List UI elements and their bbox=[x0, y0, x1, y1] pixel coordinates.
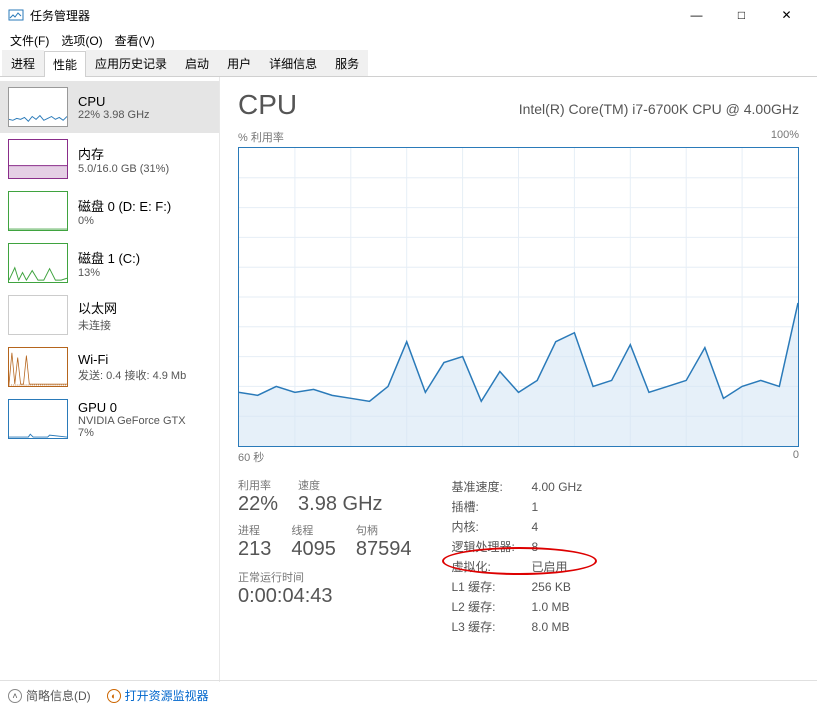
disk1-thumb bbox=[8, 243, 68, 283]
sidebar-item-sub: NVIDIA GeForce GTX 7% bbox=[78, 415, 186, 439]
sidebar-item-cpu[interactable]: CPU 22% 3.98 GHz bbox=[0, 81, 219, 133]
sidebar-item-ethernet[interactable]: 以太网 未连接 bbox=[0, 289, 219, 341]
sidebar-item-memory[interactable]: 内存 5.0/16.0 GB (31%) bbox=[0, 133, 219, 185]
sidebar-item-label: 磁盘 1 (C:) bbox=[78, 248, 140, 267]
thread-label: 线程 bbox=[291, 522, 336, 538]
tab-users[interactable]: 用户 bbox=[218, 50, 260, 76]
proc-value: 213 bbox=[238, 538, 271, 561]
uptime-label: 正常运行时间 bbox=[238, 569, 412, 585]
handle-value: 87594 bbox=[356, 538, 412, 561]
sidebar-item-sub: 13% bbox=[78, 267, 140, 279]
sidebar-item-sub: 发送: 0.4 接收: 4.9 Mb bbox=[78, 367, 186, 383]
resmon-icon: ◐ bbox=[107, 689, 121, 703]
window-title: 任务管理器 bbox=[30, 7, 674, 24]
tab-performance[interactable]: 性能 bbox=[44, 51, 86, 77]
util-label: 利用率 bbox=[238, 477, 278, 493]
detail-pane: CPU Intel(R) Core(TM) i7-6700K CPU @ 4.0… bbox=[220, 77, 817, 682]
util-value: 22% bbox=[238, 493, 278, 516]
sidebar-item-wifi[interactable]: Wi-Fi 发送: 0.4 接收: 4.9 Mb bbox=[0, 341, 219, 393]
sockets-v: 1 bbox=[532, 497, 539, 517]
chart-y-label: % 利用率 bbox=[238, 129, 284, 145]
proc-label: 进程 bbox=[238, 522, 271, 538]
detail-title: CPU bbox=[238, 89, 297, 121]
tab-details[interactable]: 详细信息 bbox=[260, 50, 326, 76]
minimize-button[interactable]: — bbox=[674, 0, 719, 30]
disk0-thumb bbox=[8, 191, 68, 231]
lproc-k: 逻辑处理器: bbox=[452, 537, 532, 557]
sidebar-item-label: CPU bbox=[78, 94, 150, 109]
sidebar-item-gpu[interactable]: GPU 0 NVIDIA GeForce GTX 7% bbox=[0, 393, 219, 445]
sidebar-item-sub: 22% 3.98 GHz bbox=[78, 109, 150, 121]
sidebar-item-sub: 0% bbox=[78, 215, 171, 227]
sidebar-item-disk1[interactable]: 磁盘 1 (C:) 13% bbox=[0, 237, 219, 289]
sockets-k: 插槽: bbox=[452, 497, 532, 517]
fewer-details-button[interactable]: ˄ 简略信息(D) bbox=[8, 687, 91, 704]
base-speed-v: 4.00 GHz bbox=[532, 477, 583, 497]
chart-x-left: 60 秒 bbox=[238, 449, 264, 465]
speed-value: 3.98 GHz bbox=[298, 493, 382, 516]
l2-v: 1.0 MB bbox=[532, 597, 570, 617]
sidebar-item-disk0[interactable]: 磁盘 0 (D: E: F:) 0% bbox=[0, 185, 219, 237]
l3-v: 8.0 MB bbox=[532, 617, 570, 637]
maximize-button[interactable]: □ bbox=[719, 0, 764, 30]
tab-processes[interactable]: 进程 bbox=[2, 50, 44, 76]
app-icon bbox=[8, 7, 24, 23]
cores-k: 内核: bbox=[452, 517, 532, 537]
speed-label: 速度 bbox=[298, 477, 382, 493]
handle-label: 句柄 bbox=[356, 522, 412, 538]
ethernet-thumb bbox=[8, 295, 68, 335]
sidebar-item-label: GPU 0 bbox=[78, 400, 186, 415]
sidebar-item-label: 磁盘 0 (D: E: F:) bbox=[78, 196, 171, 215]
tab-services[interactable]: 服务 bbox=[326, 50, 368, 76]
sidebar: CPU 22% 3.98 GHz 内存 5.0/16.0 GB (31%) 磁盘… bbox=[0, 77, 220, 682]
l1-k: L1 缓存: bbox=[452, 577, 532, 597]
chevron-up-icon: ˄ bbox=[8, 689, 22, 703]
l3-k: L3 缓存: bbox=[452, 617, 532, 637]
cpu-chart bbox=[238, 147, 799, 447]
menu-view[interactable]: 查看(V) bbox=[109, 30, 161, 50]
memory-thumb bbox=[8, 139, 68, 179]
cores-v: 4 bbox=[532, 517, 539, 537]
tab-app-history[interactable]: 应用历史记录 bbox=[86, 50, 176, 76]
chart-y-max: 100% bbox=[771, 129, 799, 145]
lproc-v: 8 bbox=[532, 537, 539, 557]
thread-value: 4095 bbox=[291, 538, 336, 561]
sidebar-item-label: 以太网 bbox=[78, 298, 117, 317]
virt-k: 虚拟化: bbox=[452, 557, 532, 577]
cpu-thumb bbox=[8, 87, 68, 127]
sidebar-item-label: 内存 bbox=[78, 144, 169, 163]
chart-x-right: 0 bbox=[793, 449, 799, 465]
uptime-value: 0:00:04:43 bbox=[238, 585, 412, 608]
sidebar-item-label: Wi-Fi bbox=[78, 352, 186, 367]
l1-v: 256 KB bbox=[532, 577, 571, 597]
cpu-model: Intel(R) Core(TM) i7-6700K CPU @ 4.00GHz bbox=[519, 101, 799, 117]
tab-startup[interactable]: 启动 bbox=[176, 50, 218, 76]
gpu-thumb bbox=[8, 399, 68, 439]
open-resmon-button[interactable]: ◐ 打开资源监视器 bbox=[107, 687, 209, 704]
close-button[interactable]: ✕ bbox=[764, 0, 809, 30]
sidebar-item-sub: 未连接 bbox=[78, 317, 117, 333]
menu-file[interactable]: 文件(F) bbox=[4, 30, 55, 50]
base-speed-k: 基准速度: bbox=[452, 477, 532, 497]
sidebar-item-sub: 5.0/16.0 GB (31%) bbox=[78, 163, 169, 175]
virt-v: 已启用 bbox=[532, 557, 568, 577]
menu-options[interactable]: 选项(O) bbox=[55, 30, 108, 50]
l2-k: L2 缓存: bbox=[452, 597, 532, 617]
wifi-thumb bbox=[8, 347, 68, 387]
